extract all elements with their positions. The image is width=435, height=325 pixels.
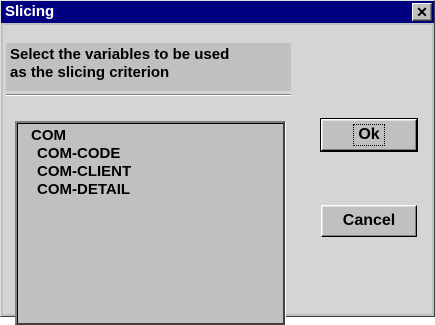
close-icon: ✕ [416, 4, 428, 20]
prompt-line-2: as the slicing criterion [10, 64, 170, 81]
close-button[interactable]: ✕ [412, 3, 432, 21]
prompt-text: Select the variables to be used as the s… [10, 46, 290, 82]
ok-button[interactable]: Ok [320, 118, 418, 152]
cancel-button-label: Cancel [342, 212, 396, 229]
list-item[interactable]: COM [31, 127, 66, 145]
ok-button-label: Ok [353, 124, 385, 146]
list-item[interactable]: COM-CLIENT [37, 163, 131, 181]
window-title: Slicing [5, 3, 55, 20]
variables-listbox[interactable]: COM COM-CODE COM-CLIENT COM-DETAIL [15, 121, 285, 325]
slicing-dialog: Slicing ✕ Select the variables to be use… [0, 0, 435, 325]
title-bar[interactable]: Slicing ✕ [1, 1, 434, 23]
cancel-button[interactable]: Cancel [321, 205, 417, 237]
dialog-body: Select the variables to be used as the s… [3, 25, 432, 325]
list-item[interactable]: COM-DETAIL [37, 181, 130, 199]
prompt-line-1: Select the variables to be used [10, 46, 230, 63]
prompt-panel: Select the variables to be used as the s… [6, 43, 291, 91]
separator [6, 94, 291, 96]
list-item[interactable]: COM-CODE [37, 145, 120, 163]
